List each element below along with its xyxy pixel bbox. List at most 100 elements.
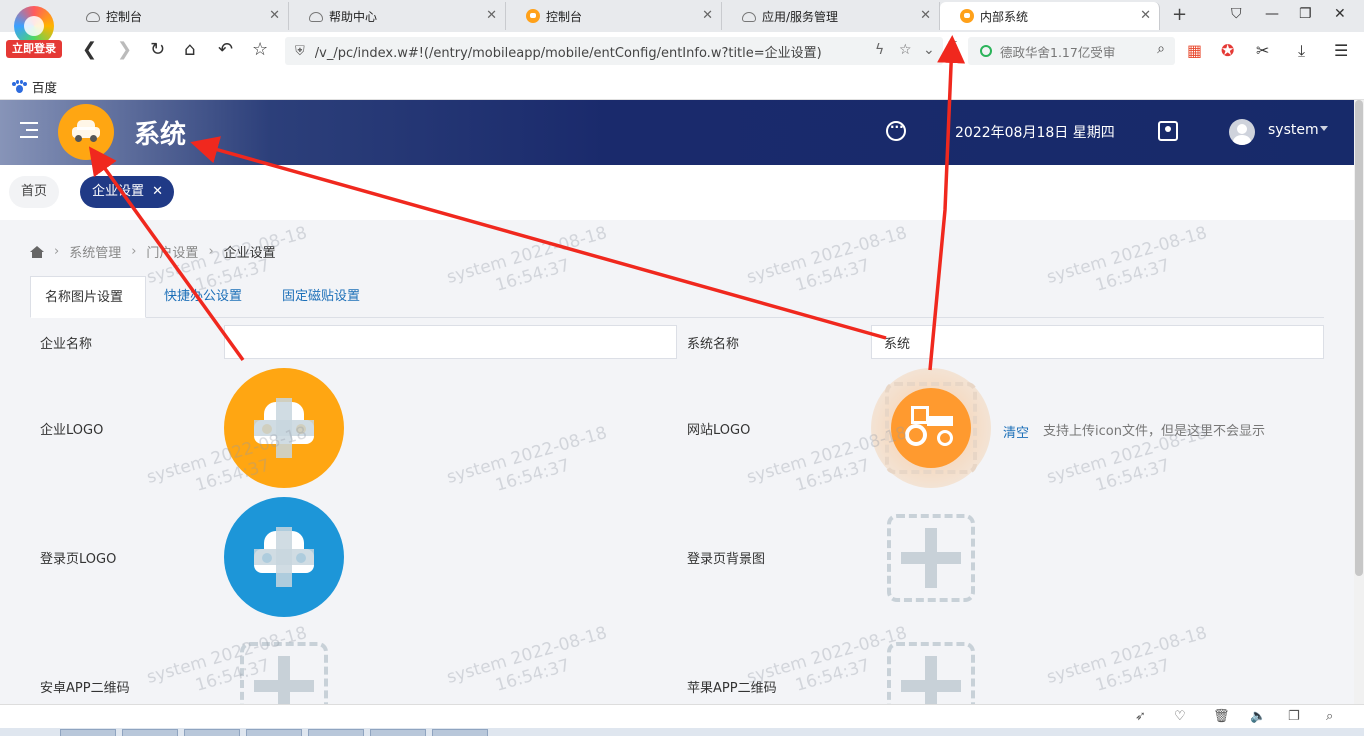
contact-card-icon[interactable]: [1158, 121, 1178, 141]
search-box[interactable]: 德政华舍1.17亿受审 ⌕: [968, 37, 1175, 65]
taskbar-app[interactable]: [122, 729, 178, 736]
ios-qr-label: 苹果APP二维码: [687, 681, 777, 696]
scrollbar-thumb[interactable]: [1355, 100, 1363, 576]
browser-tab-4[interactable]: 应用/服务管理 ✕: [722, 2, 940, 30]
breadcrumb-item[interactable]: 门户设置: [146, 242, 198, 261]
heart-icon[interactable]: ♡: [1174, 709, 1186, 724]
login-logo-image[interactable]: [224, 497, 344, 617]
company-logo-image[interactable]: [224, 368, 344, 488]
shirt-icon[interactable]: ⛉: [1231, 6, 1242, 22]
android-qr-upload[interactable]: [240, 642, 328, 704]
cloud-icon: [86, 12, 100, 22]
restore-button[interactable]: ❐: [1299, 6, 1312, 22]
tab-quick-office-settings[interactable]: 快捷办公设置: [150, 276, 256, 318]
browser-tab-2[interactable]: 帮助中心 ✕: [289, 2, 506, 30]
close-icon[interactable]: ✕: [1140, 8, 1151, 23]
username[interactable]: system: [1268, 122, 1319, 138]
app-title: 系统: [134, 120, 187, 150]
chevron-down-icon[interactable]: [1320, 126, 1328, 131]
lightning-icon[interactable]: ϟ: [875, 42, 884, 58]
browser-tab-1[interactable]: 控制台 ✕: [66, 2, 289, 30]
taskbar-app[interactable]: [370, 729, 426, 736]
minimize-button[interactable]: —: [1265, 6, 1279, 22]
zoom-icon[interactable]: ⌕: [1326, 709, 1333, 724]
browser-logo[interactable]: 立即登录: [6, 6, 62, 58]
breadcrumb-separator: ›: [54, 244, 60, 259]
close-icon[interactable]: ✕: [920, 8, 931, 23]
taskbar-app[interactable]: [432, 729, 488, 736]
window-icon[interactable]: ❐: [1288, 709, 1300, 724]
browser-tab-3[interactable]: 控制台 ✕: [506, 2, 722, 30]
site-logo-image[interactable]: [871, 368, 991, 488]
close-icon[interactable]: ✕: [269, 8, 280, 23]
url-text[interactable]: /v_/pc/index.w#!(/entry/mobileapp/mobile…: [315, 42, 855, 61]
close-icon[interactable]: ✕: [702, 8, 713, 23]
tab-fixed-tile-settings[interactable]: 固定磁贴设置: [268, 276, 374, 318]
close-window-button[interactable]: ✕: [1334, 6, 1346, 22]
forward-button[interactable]: ❯: [117, 39, 132, 60]
close-icon[interactable]: ✕: [152, 176, 163, 208]
orange-app-icon: [526, 9, 540, 23]
system-name-input[interactable]: [871, 325, 1324, 359]
system-name-label: 系统名称: [687, 337, 740, 352]
watermark: system 2022-08-18 16:54:37: [444, 622, 610, 696]
cloud-icon: [742, 12, 756, 22]
clear-site-logo-link[interactable]: 清空: [1003, 422, 1029, 441]
tab-label: 应用/服务管理: [762, 9, 839, 24]
address-bar-row: ❮ ❯ ↻ ⌂ ↶ ☆ ⛨ /v_/pc/index.w#!(/entry/mo…: [0, 32, 1364, 70]
company-name-input[interactable]: [224, 325, 677, 359]
avatar[interactable]: [1229, 119, 1255, 145]
rocket-icon[interactable]: ➶: [1135, 709, 1146, 724]
close-icon[interactable]: ✕: [486, 8, 497, 23]
bookmark-star-button[interactable]: ☆: [252, 39, 268, 60]
car-icon: [72, 120, 100, 142]
page-scrollbar[interactable]: [1354, 100, 1364, 704]
search-suggestion[interactable]: 德政华舍1.17亿受审: [1000, 42, 1115, 61]
apps-grid-icon[interactable]: ▦: [1187, 41, 1202, 60]
android-qr-label: 安卓APP二维码: [40, 681, 130, 696]
tab-home[interactable]: 首页: [9, 176, 60, 208]
taskbar-app[interactable]: [60, 729, 116, 736]
breadcrumb: › 系统管理 › 门户设置 › 企业设置: [30, 242, 276, 261]
ios-qr-upload[interactable]: [887, 642, 975, 704]
home-icon[interactable]: [30, 245, 44, 258]
login-badge[interactable]: 立即登录: [6, 40, 62, 58]
login-background-upload[interactable]: [887, 514, 975, 602]
company-name-label: 企业名称: [40, 337, 93, 352]
settings-tabs: 名称图片设置 快捷办公设置 固定磁贴设置: [30, 276, 1324, 318]
cursor-icon: ⌶: [948, 37, 958, 56]
download-icon[interactable]: ⤓: [1298, 41, 1305, 61]
browser-status-bar: ➶ ♡ 🗑 🔈 ❐ ⌕: [0, 704, 1364, 728]
search-engine-icon: [980, 45, 992, 57]
breadcrumb-current: 企业设置: [223, 246, 276, 261]
tab-company-settings[interactable]: 企业设置 ✕: [80, 176, 175, 208]
reload-button[interactable]: ↻: [150, 39, 165, 60]
taskbar-app[interactable]: [246, 729, 302, 736]
speaker-icon[interactable]: 🔈: [1250, 709, 1266, 724]
taskbar-app[interactable]: [308, 729, 364, 736]
back-button[interactable]: ❮: [82, 39, 97, 60]
page-tabs: 首页 企业设置 ✕: [0, 165, 1354, 220]
star-icon[interactable]: ☆: [899, 42, 912, 58]
taskbar-app[interactable]: [184, 729, 240, 736]
search-icon[interactable]: ⌕: [1157, 41, 1165, 57]
tab-name-image-settings[interactable]: 名称图片设置: [30, 276, 146, 318]
menu-icon[interactable]: ☰: [1334, 41, 1348, 60]
scissors-icon[interactable]: ✂: [1256, 41, 1269, 60]
home-button[interactable]: ⌂: [184, 39, 195, 60]
browser-tab-5-active[interactable]: 内部系统 ✕: [940, 2, 1160, 30]
game-icon[interactable]: ✪: [1221, 41, 1234, 60]
bookmark-baidu[interactable]: 百度: [12, 77, 57, 96]
sidebar-toggle-icon[interactable]: [20, 122, 38, 138]
url-field[interactable]: ⛨ /v_/pc/index.w#!(/entry/mobileapp/mobi…: [285, 37, 943, 65]
undo-close-button[interactable]: ↶: [218, 39, 233, 60]
chevron-down-icon[interactable]: ⌄: [923, 42, 935, 58]
tab-label: 帮助中心: [329, 9, 378, 24]
message-icon[interactable]: [886, 117, 906, 141]
breadcrumb-item[interactable]: 系统管理: [69, 242, 121, 261]
tab-label: 控制台: [546, 9, 583, 24]
login-logo-label: 登录页LOGO: [40, 552, 117, 567]
trash-icon[interactable]: 🗑: [1213, 709, 1230, 724]
site-logo-badge: [891, 388, 971, 468]
new-tab-button[interactable]: +: [1172, 4, 1187, 25]
